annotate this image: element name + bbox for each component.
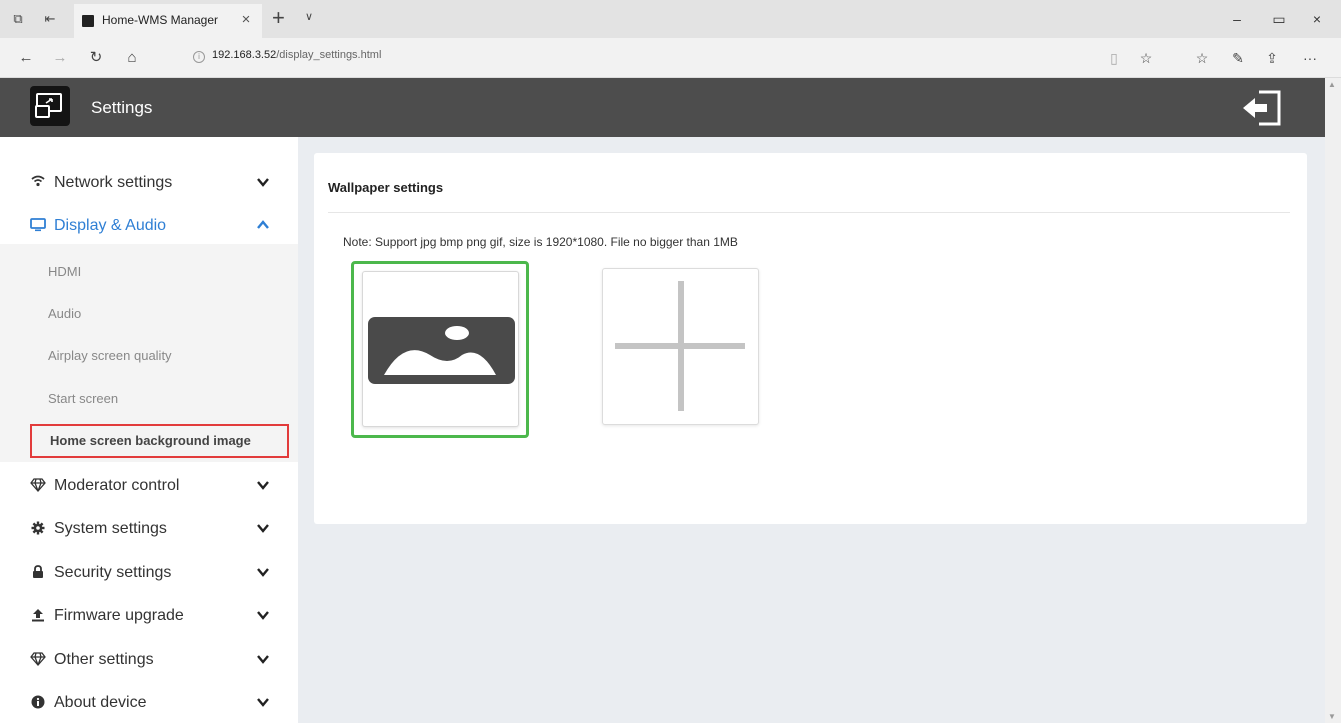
- tab-preview-chevron-icon[interactable]: ∨: [305, 10, 313, 23]
- page-scrollbar[interactable]: ▲ ▼: [1325, 78, 1341, 723]
- sidebar-item-other-settings[interactable]: Other settings: [0, 638, 298, 682]
- browser-tab[interactable]: Home-WMS Manager ×: [74, 4, 262, 38]
- tab-actions-icon[interactable]: ⧉: [10, 11, 26, 27]
- sidebar-item-system-settings[interactable]: System settings: [0, 507, 298, 551]
- sidebar-item-label: Security settings: [54, 564, 172, 581]
- address-bar: ← → ↻ ⌂ i 192.168.3.52/display_settings.…: [0, 38, 1341, 78]
- screen-mirror-logo-icon: [30, 86, 70, 126]
- scroll-up-icon[interactable]: ▲: [1328, 80, 1336, 89]
- more-icon[interactable]: ···: [1300, 48, 1320, 68]
- browser-tab-bar: ⧉ ⇤ Home-WMS Manager × + ∨ – ▭ ×: [0, 0, 1341, 38]
- sidebar-item-security-settings[interactable]: Security settings: [0, 551, 298, 595]
- window-close-icon[interactable]: ×: [1302, 8, 1332, 30]
- chevron-down-icon[interactable]: [256, 521, 270, 535]
- chevron-down-icon[interactable]: [256, 478, 270, 492]
- sidebar-item-label: About device: [54, 694, 147, 711]
- chevron-down-icon[interactable]: [256, 608, 270, 622]
- info-icon: [30, 695, 46, 711]
- url-host: 192.168.3.52: [212, 49, 277, 61]
- chevron-down-icon[interactable]: [256, 652, 270, 666]
- sidebar-item-moderator-control[interactable]: Moderator control: [0, 464, 298, 508]
- chevron-up-icon[interactable]: [256, 218, 270, 232]
- favorite-star-icon[interactable]: ☆: [1136, 48, 1156, 68]
- url-path: /display_settings.html: [276, 49, 382, 61]
- sub-item-start-screen[interactable]: Start screen: [48, 391, 118, 406]
- sidebar-item-display-audio[interactable]: Display & Audio: [0, 204, 298, 248]
- share-icon[interactable]: ⇪: [1262, 48, 1282, 68]
- page-title: Settings: [91, 98, 153, 117]
- sidebar-item-about-device[interactable]: About device: [0, 681, 298, 723]
- diamond-icon: [30, 478, 46, 494]
- tab-close-icon[interactable]: ×: [236, 10, 256, 30]
- monitor-icon: [30, 218, 46, 234]
- favorites-list-icon[interactable]: ☆: [1192, 48, 1212, 68]
- wallpaper-option-selected[interactable]: [351, 261, 529, 438]
- chevron-down-icon[interactable]: [256, 565, 270, 579]
- minimize-icon[interactable]: –: [1222, 8, 1252, 30]
- tab-favicon-icon: [82, 15, 94, 27]
- sidebar-item-network-settings[interactable]: Network settings: [0, 161, 298, 205]
- wallpaper-settings-card: Wallpaper settings Note: Support jpg bmp…: [314, 153, 1307, 524]
- wallpaper-thumbnail: [362, 271, 519, 427]
- gear-icon: [30, 521, 46, 537]
- home-icon[interactable]: ⌂: [122, 48, 142, 68]
- refresh-icon[interactable]: ↻: [86, 48, 106, 68]
- main-content: Wallpaper settings Note: Support jpg bmp…: [298, 137, 1325, 723]
- scroll-down-icon[interactable]: ▼: [1328, 712, 1336, 721]
- url-field[interactable]: 192.168.3.52/display_settings.html: [212, 49, 381, 61]
- sidebar-item-label: Network settings: [54, 174, 173, 191]
- sidebar-item-label: Other settings: [54, 651, 154, 668]
- chevron-down-icon[interactable]: [256, 175, 270, 189]
- sidebar-item-label: Display & Audio: [54, 217, 167, 234]
- new-tab-icon[interactable]: +: [272, 6, 285, 30]
- tab-title: Home-WMS Manager: [102, 13, 219, 27]
- wifi-icon: [30, 175, 46, 191]
- upload-note: Note: Support jpg bmp png gif, size is 1…: [343, 235, 738, 249]
- card-divider: [328, 212, 1290, 213]
- maximize-icon[interactable]: ▭: [1264, 8, 1294, 30]
- chevron-down-icon[interactable]: [256, 695, 270, 709]
- plus-icon-horizontal: [615, 343, 745, 349]
- add-wallpaper-button[interactable]: [602, 268, 759, 425]
- card-title: Wallpaper settings: [328, 180, 444, 195]
- back-icon[interactable]: ←: [16, 48, 36, 68]
- diamond-icon: [30, 652, 46, 668]
- set-tabs-aside-icon[interactable]: ⇤: [42, 11, 58, 27]
- sidebar-item-firmware-upgrade[interactable]: Firmware upgrade: [0, 594, 298, 638]
- reading-view-icon[interactable]: ▯: [1104, 48, 1124, 68]
- upload-icon: [30, 608, 46, 624]
- sidebar-item-label: System settings: [54, 520, 167, 537]
- sidebar-item-label: Firmware upgrade: [54, 607, 184, 624]
- pen-icon[interactable]: ✎: [1228, 48, 1248, 68]
- app-header: Settings: [0, 78, 1325, 137]
- image-placeholder-icon: [368, 317, 515, 384]
- sidebar-item-label: Moderator control: [54, 477, 180, 494]
- sub-item-audio[interactable]: Audio: [48, 306, 81, 321]
- lock-icon: [30, 565, 46, 581]
- sub-item-hdmi[interactable]: HDMI: [48, 264, 81, 279]
- site-info-icon[interactable]: i: [193, 51, 205, 63]
- sub-item-airplay-quality[interactable]: Airplay screen quality: [48, 348, 172, 363]
- sub-item-label: Home screen background image: [50, 433, 251, 448]
- forward-icon[interactable]: →: [50, 48, 70, 68]
- logout-icon[interactable]: [1239, 88, 1285, 128]
- sidebar: Network settings Display & Audio HDMI Au…: [0, 137, 298, 723]
- sub-item-home-screen-background[interactable]: Home screen background image: [30, 424, 289, 458]
